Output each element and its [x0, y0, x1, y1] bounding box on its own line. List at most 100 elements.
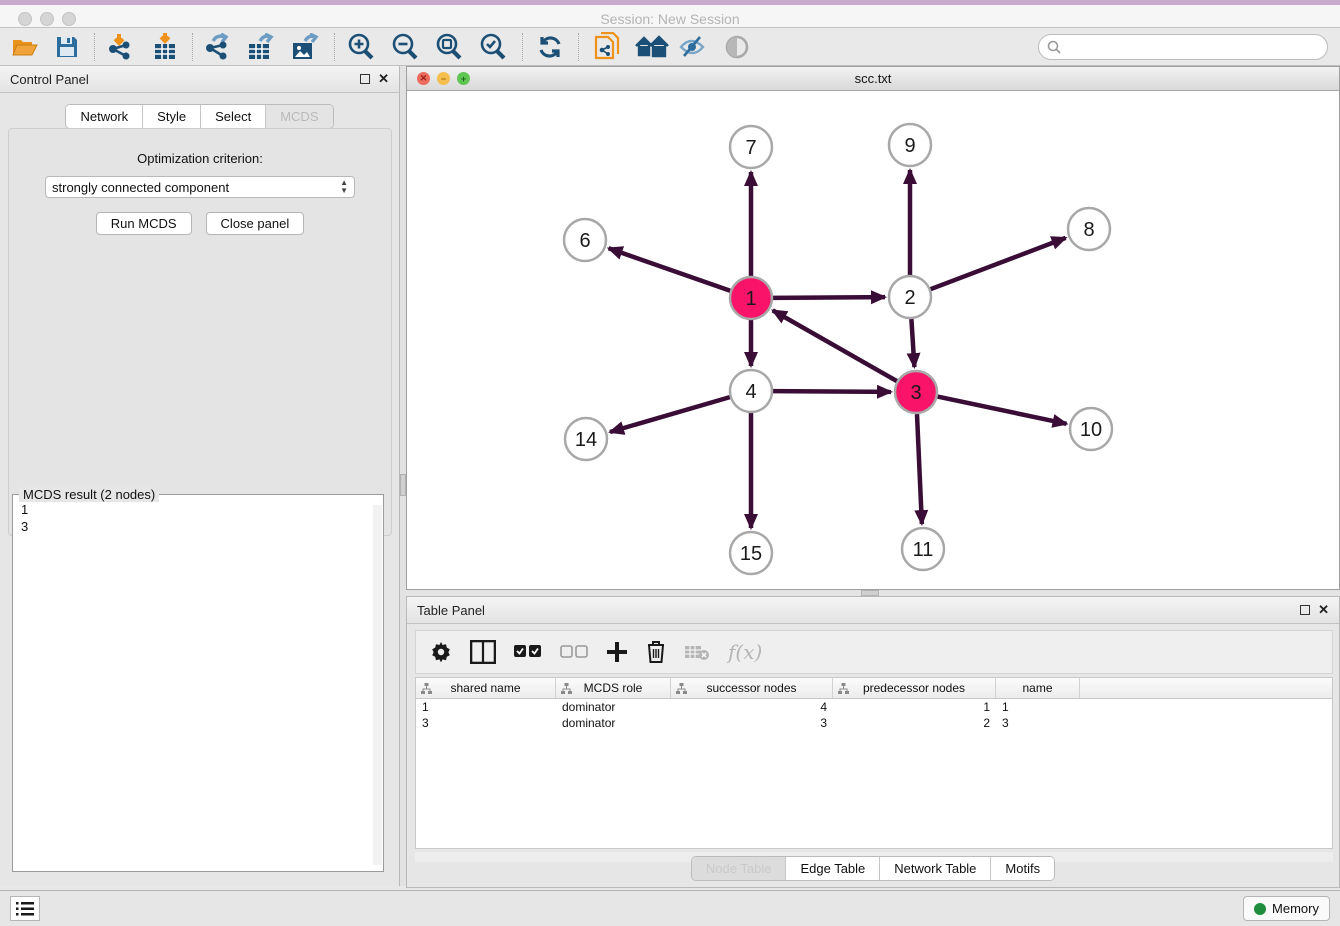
- table-panel-header: Table Panel ✕: [407, 597, 1339, 624]
- node-table[interactable]: shared nameMCDS rolesuccessor nodesprede…: [415, 677, 1333, 849]
- import-table-icon[interactable]: [150, 32, 180, 62]
- table-cell[interactable]: 3: [996, 715, 1080, 731]
- run-mcds-button[interactable]: Run MCDS: [96, 212, 192, 235]
- tab-node-table[interactable]: Node Table: [692, 857, 787, 880]
- control-panel-title: Control Panel: [10, 72, 89, 87]
- deselect-all-icon[interactable]: [560, 645, 588, 659]
- export-network-icon[interactable]: [202, 32, 232, 62]
- node-label: 9: [904, 135, 915, 157]
- float-panel-icon[interactable]: [1300, 605, 1310, 615]
- zoom-out-icon[interactable]: [390, 32, 420, 62]
- show-details-icon[interactable]: [722, 32, 752, 62]
- control-panel-tabs: NetworkStyleSelectMCDS: [0, 104, 399, 129]
- node-label: 1: [745, 288, 756, 310]
- node-label: 15: [740, 543, 762, 565]
- column-header-shared-name[interactable]: shared name: [416, 678, 556, 698]
- edge-2-3[interactable]: [911, 319, 914, 367]
- node-label: 2: [904, 287, 915, 309]
- table-tabs: Node TableEdge TableNetwork TableMotifs: [407, 856, 1339, 881]
- table-cell[interactable]: dominator: [556, 699, 671, 715]
- close-panel-button[interactable]: Close panel: [206, 212, 305, 235]
- edge-4-14[interactable]: [610, 397, 730, 432]
- edge-1-2[interactable]: [773, 297, 885, 298]
- select-stepper-icon: ▲▼: [340, 179, 348, 195]
- mcds-result-title: MCDS result (2 nodes): [19, 487, 159, 502]
- memory-status-icon: [1254, 903, 1266, 915]
- network-file-icon[interactable]: [592, 32, 622, 62]
- tab-network[interactable]: Network: [66, 105, 143, 128]
- show-task-history-button[interactable]: [10, 896, 40, 921]
- result-scrollbar[interactable]: [373, 505, 382, 865]
- edge-1-6[interactable]: [609, 248, 731, 290]
- close-panel-icon[interactable]: ✕: [1318, 605, 1329, 615]
- memory-button[interactable]: Memory: [1243, 896, 1330, 921]
- table-row[interactable]: 1dominator411: [416, 699, 1332, 715]
- edge-3-1[interactable]: [773, 310, 897, 381]
- table-settings-icon[interactable]: [430, 641, 452, 663]
- zoom-fit-icon[interactable]: [434, 32, 464, 62]
- mcds-panel: Optimization criterion: strongly connect…: [8, 128, 392, 536]
- memory-label: Memory: [1272, 901, 1319, 916]
- search-icon: [1047, 40, 1061, 54]
- search-input[interactable]: [1038, 34, 1328, 60]
- status-bar: Memory: [0, 890, 1340, 926]
- refresh-icon[interactable]: [535, 32, 565, 62]
- column-header-MCDS-role[interactable]: MCDS role: [556, 678, 671, 698]
- control-panel: Control Panel ✕ NetworkStyleSelectMCDS O…: [0, 66, 400, 886]
- table-cell[interactable]: 2: [833, 715, 996, 731]
- edge-4-3[interactable]: [773, 391, 891, 392]
- export-image-icon[interactable]: [290, 32, 320, 62]
- table-cell[interactable]: 3: [671, 715, 833, 731]
- network-window-title: scc.txt: [407, 71, 1339, 86]
- table-cell[interactable]: 1: [996, 699, 1080, 715]
- control-panel-header: Control Panel ✕: [0, 66, 399, 93]
- edge-3-11[interactable]: [917, 414, 922, 524]
- table-header-row: shared nameMCDS rolesuccessor nodesprede…: [416, 678, 1332, 699]
- delete-column-icon[interactable]: [646, 640, 666, 664]
- node-label: 4: [745, 381, 756, 403]
- edge-2-8[interactable]: [931, 238, 1066, 289]
- show-column-icon[interactable]: [470, 640, 496, 664]
- tab-network-table[interactable]: Network Table: [880, 857, 991, 880]
- add-column-icon[interactable]: [606, 641, 628, 663]
- open-session-icon[interactable]: [10, 32, 40, 62]
- select-all-icon[interactable]: [514, 645, 542, 659]
- table-toolbar: f(x): [415, 630, 1333, 674]
- zoom-in-icon[interactable]: [346, 32, 376, 62]
- table-cell[interactable]: dominator: [556, 715, 671, 731]
- float-panel-icon[interactable]: [360, 74, 370, 84]
- table-row[interactable]: 3dominator323: [416, 715, 1332, 731]
- node-label: 3: [910, 382, 921, 404]
- table-cell[interactable]: 1: [416, 699, 556, 715]
- import-network-icon[interactable]: [104, 32, 134, 62]
- save-session-icon[interactable]: [52, 32, 82, 62]
- tab-mcds[interactable]: MCDS: [266, 105, 332, 128]
- main-toolbar: [0, 28, 1340, 66]
- column-header-predecessor-nodes[interactable]: predecessor nodes: [833, 678, 996, 698]
- export-table-icon[interactable]: [246, 32, 276, 62]
- tab-style[interactable]: Style: [143, 105, 201, 128]
- window-title: Session: New Session: [0, 11, 1340, 27]
- table-cell[interactable]: 1: [833, 699, 996, 715]
- tab-motifs[interactable]: Motifs: [991, 857, 1054, 880]
- tab-edge-table[interactable]: Edge Table: [786, 857, 880, 880]
- close-panel-icon[interactable]: ✕: [378, 74, 389, 84]
- tab-select[interactable]: Select: [201, 105, 266, 128]
- function-builder-icon: f(x): [728, 640, 762, 664]
- network-window-titlebar: ✕ − + scc.txt: [407, 67, 1339, 91]
- edge-3-10[interactable]: [938, 397, 1067, 424]
- table-cell[interactable]: 3: [416, 715, 556, 731]
- zoom-selected-icon[interactable]: [478, 32, 508, 62]
- list-icon: [16, 902, 34, 916]
- hide-style-icon[interactable]: [678, 32, 708, 62]
- home-icon[interactable]: [634, 32, 670, 62]
- node-label: 6: [579, 230, 590, 252]
- column-header-successor-nodes[interactable]: successor nodes: [671, 678, 833, 698]
- table-cell[interactable]: 4: [671, 699, 833, 715]
- mcds-result-box: MCDS result (2 nodes) 1 3: [12, 494, 384, 872]
- node-label: 11: [913, 539, 934, 561]
- network-canvas[interactable]: 7968124314101511: [407, 91, 1339, 589]
- attribute-icon: [421, 683, 432, 694]
- column-header-name[interactable]: name: [996, 678, 1080, 698]
- criterion-select[interactable]: strongly connected component ▲▼: [45, 176, 355, 198]
